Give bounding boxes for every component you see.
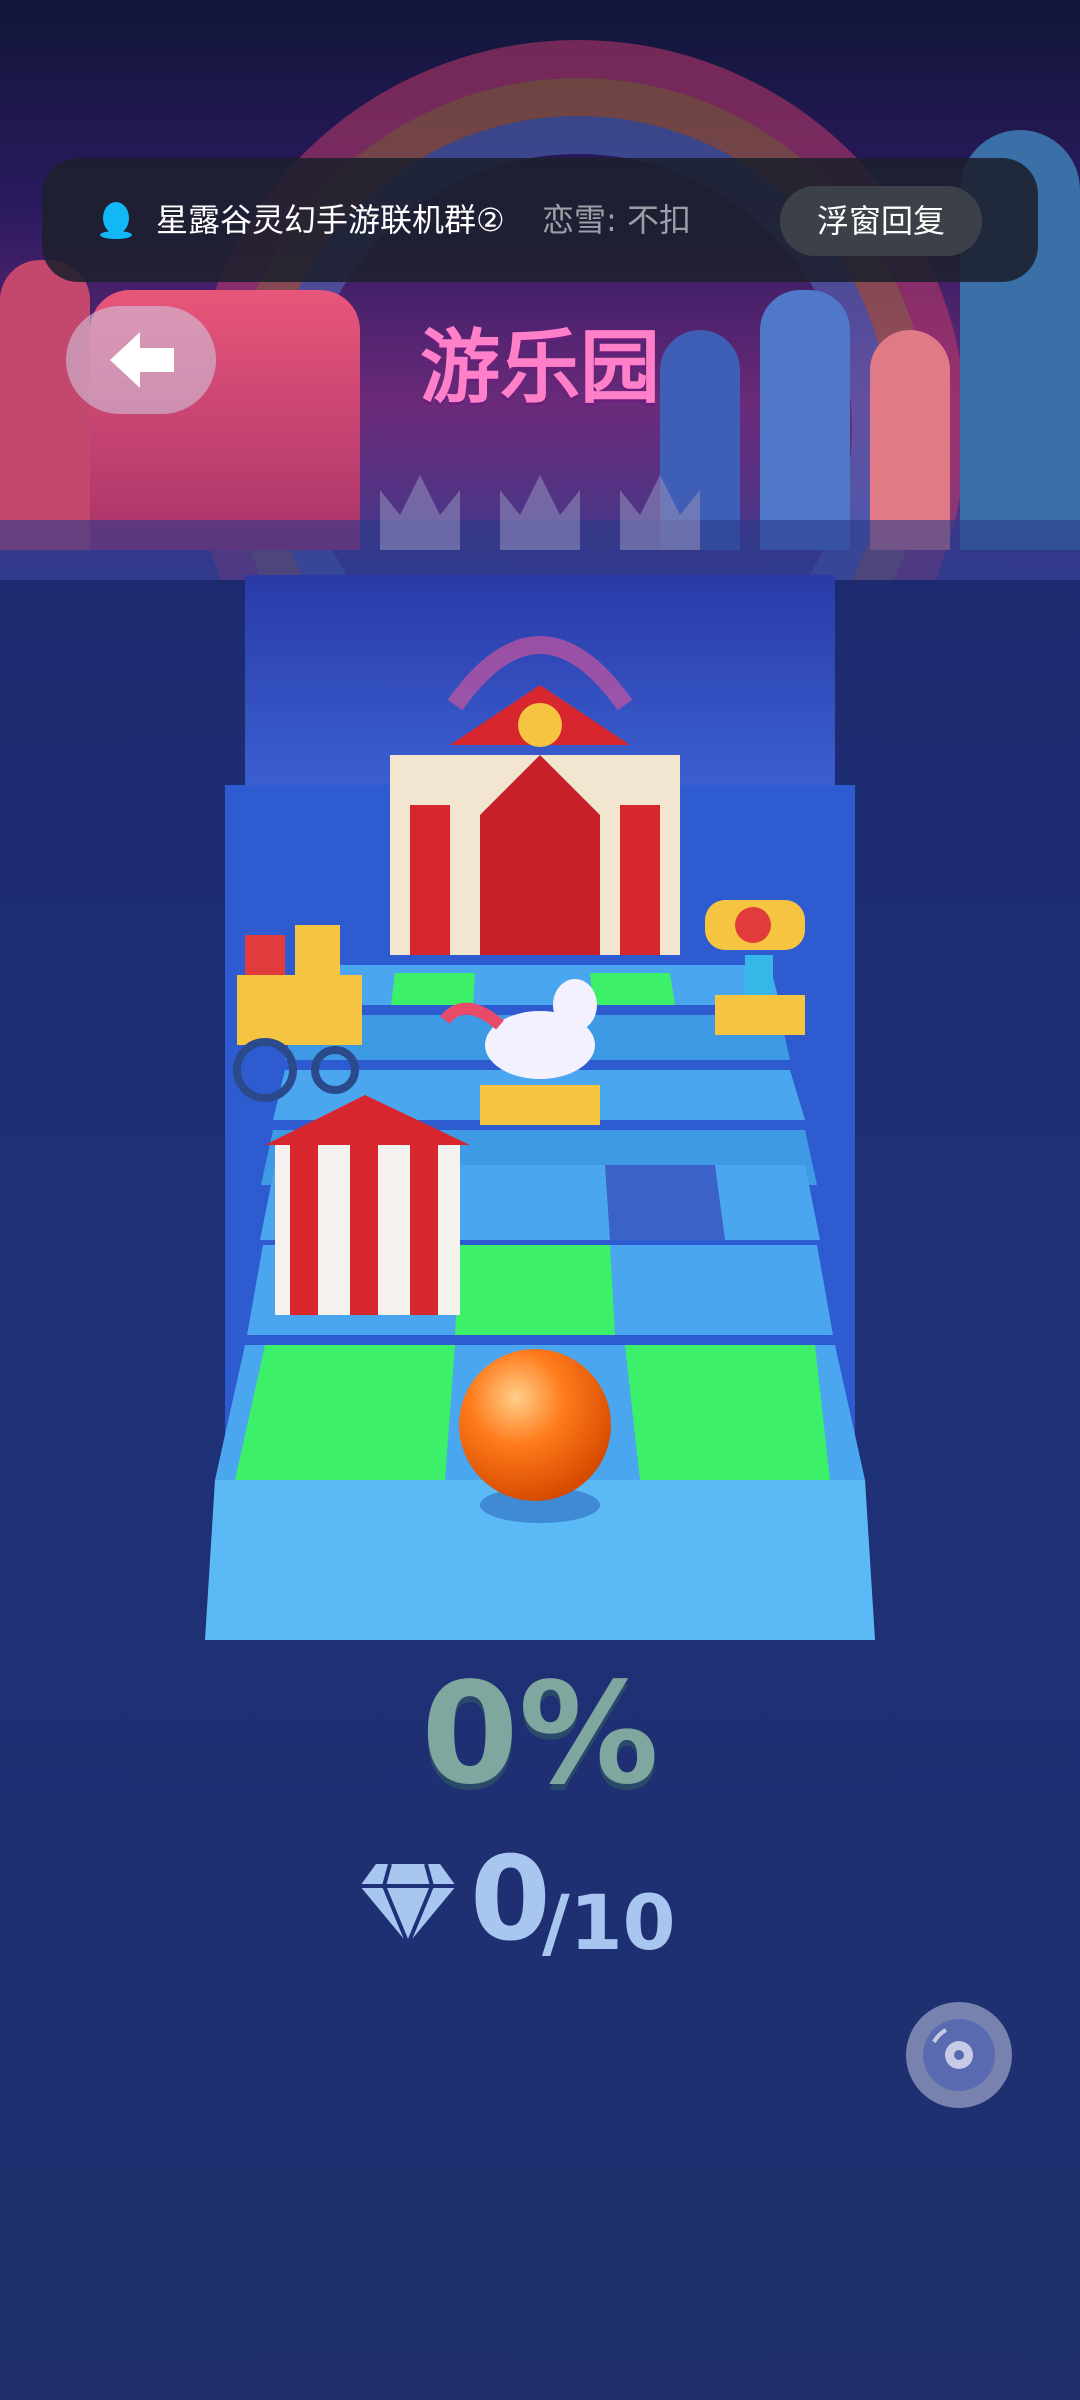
crown-icon — [380, 475, 460, 550]
green-tile — [625, 1345, 830, 1480]
notification-message: 恋雪: 不扣 — [542, 201, 691, 239]
back-button[interactable] — [66, 306, 216, 414]
float-reply-button[interactable]: 浮窗回复 — [780, 186, 982, 256]
gem-total-count: /10 — [542, 1878, 676, 1967]
crown-icon — [620, 475, 700, 550]
music-toggle-button[interactable] — [906, 2002, 1012, 2108]
notification-title: 星露谷灵幻手游联机群② — [156, 201, 505, 239]
progress-percent: 0% — [421, 1653, 659, 1816]
player-ball — [459, 1349, 611, 1501]
level-title: 游乐园 — [420, 321, 660, 414]
crown-icon — [500, 475, 580, 550]
gap-tile — [605, 1165, 725, 1240]
green-tile — [391, 973, 475, 1005]
music-disc-icon — [923, 2019, 995, 2091]
arrow-left-icon — [110, 332, 174, 388]
tower — [760, 290, 850, 550]
diamond-icon — [360, 1863, 456, 1944]
gem-counter: 0 /10 — [360, 1832, 720, 1967]
tower — [870, 330, 950, 550]
crown-rating — [380, 475, 700, 550]
game-board[interactable] — [205, 575, 875, 1640]
board-sky — [245, 575, 835, 785]
floating-notification[interactable]: 星露谷灵幻手游联机群② 恋雪: 不扣 浮窗回复 — [42, 158, 1038, 282]
green-tile — [235, 1345, 455, 1480]
green-tile — [590, 973, 675, 1005]
gem-collected-count: 0 — [470, 1832, 551, 1967]
qq-penguin-icon — [100, 202, 132, 239]
green-tile — [455, 1245, 615, 1335]
